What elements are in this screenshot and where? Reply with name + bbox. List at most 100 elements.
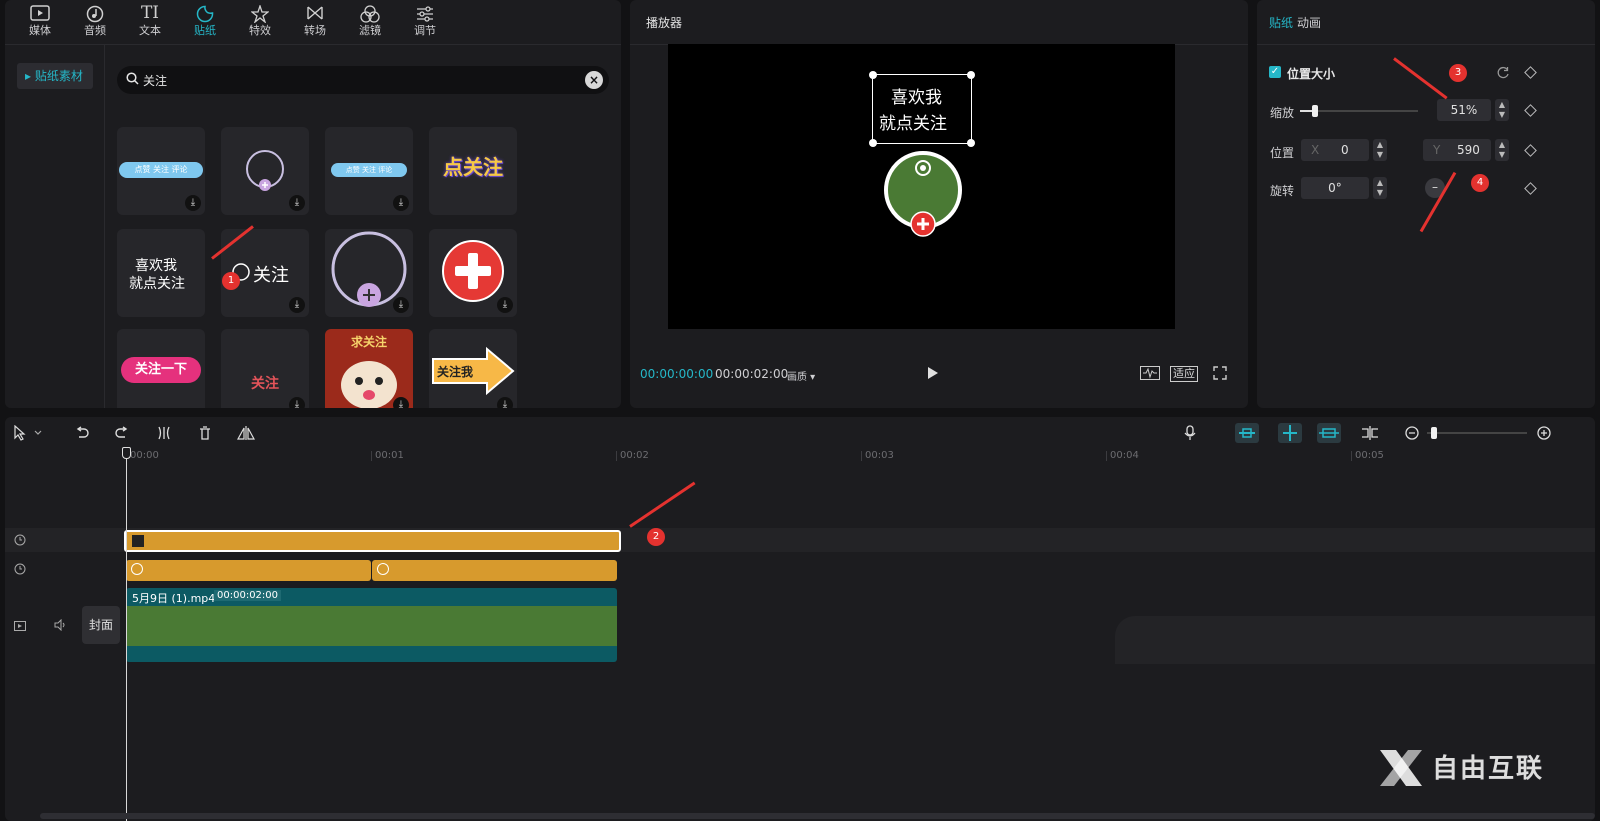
redo-icon[interactable] [115,426,129,443]
link-icon[interactable] [1278,423,1302,443]
clear-search-icon[interactable]: × [585,71,603,89]
playhead-handle[interactable] [122,447,131,459]
download-icon[interactable]: ⤓ [497,397,513,408]
zoom-slider[interactable] [1427,427,1527,439]
delete-icon[interactable] [198,426,212,443]
scale-slider-handle[interactable] [1312,105,1318,117]
download-icon[interactable]: ⤓ [497,297,513,313]
select-tool-icon[interactable] [13,424,43,444]
play-icon[interactable] [927,366,939,383]
download-icon[interactable]: ⤓ [289,297,305,313]
tab-animation[interactable]: 动画 [1297,14,1321,31]
sticker-clip-selected[interactable] [124,530,621,552]
keyframe-icon[interactable] [1524,66,1537,79]
zoom-out-icon[interactable] [1405,426,1419,443]
keyframe-icon[interactable] [1524,104,1537,117]
split-screen-icon[interactable] [1360,425,1380,444]
tab-text[interactable]: TI 文本 [121,0,179,44]
sticker-preview: 点赞 关注 评论 [331,163,407,177]
sticker-tile[interactable]: 点关注 [429,127,517,215]
download-icon[interactable]: ⤓ [185,195,201,211]
waveform-icon[interactable] [1140,366,1160,383]
quality-dropdown[interactable]: 画质 ▾ [787,368,815,383]
reset-icon[interactable] [1497,66,1510,82]
tab-sticker-props[interactable]: 贴纸 [1269,14,1293,31]
sticker-tile[interactable]: 点赞 关注 评论 ⤓ [325,127,413,215]
video-clip[interactable]: 5月9日 (1).mp4 00:00:02:00 [126,588,617,662]
position-y-input[interactable]: Y 590 [1423,139,1491,161]
fullscreen-icon[interactable] [1213,366,1227,383]
keyframe-icon[interactable] [1524,182,1537,195]
scale-input[interactable]: 51% [1437,99,1491,121]
timeline-ruler[interactable]: 00:00 00:01 00:02 00:03 00:04 00:05 [5,451,1595,471]
player-controls: 00:00:00:00 00:00:02:00 画质 ▾ 适应 [630,360,1248,388]
resize-handle[interactable] [967,71,975,79]
annotation-badge-2: 2 [647,528,665,546]
adjust-icon [396,0,454,22]
position-x-input[interactable]: X 0 [1301,139,1369,161]
tab-adjust[interactable]: 调节 [396,0,454,44]
mirror-icon[interactable] [236,425,256,444]
search-input[interactable]: 关注 × [117,66,609,94]
sticker-tile[interactable]: 关注我 ⤓ [429,329,517,408]
horizontal-scrollbar[interactable] [40,813,1595,819]
sticker-tile[interactable]: 求关注 ⤓ [325,329,413,408]
ruler-tick: 00:01 [371,451,404,461]
download-icon[interactable]: ⤓ [289,195,305,211]
download-icon[interactable]: ⤓ [393,297,409,313]
sidebar-item-sticker-library[interactable]: ▸ 贴纸素材 [17,63,93,89]
video-clip-duration: 00:00:02:00 [214,590,282,601]
media-panel: 媒体 音频 TI 文本 贴纸 特效 转场 滤镜 调节 ▸ 贴纸素材 关注 × 点… [5,0,621,408]
sticker-tile[interactable]: ⤓ [325,229,413,317]
resize-handle[interactable] [869,71,877,79]
follow-circle-sticker[interactable] [878,150,968,240]
microphone-icon[interactable] [1184,425,1196,444]
sticker-tile[interactable]: ⤓ [429,229,517,317]
tab-text-label: 文本 [139,24,161,37]
preview-canvas[interactable]: 喜欢我 就点关注 [668,44,1175,329]
tab-sticker[interactable]: 贴纸 [176,0,234,44]
clip-thumbnail-icon [132,535,144,547]
resize-handle[interactable] [967,139,975,147]
fit-button[interactable]: 适应 [1170,366,1198,382]
sticker-clip[interactable] [372,560,617,581]
playhead[interactable] [122,447,131,821]
download-icon[interactable]: ⤓ [289,397,305,408]
sticker-tile[interactable]: 关注一下 [117,329,205,408]
magnet-icon[interactable] [1235,423,1259,443]
tab-transition[interactable]: 转场 [286,0,344,44]
sticker-preview-text: 关注我 [437,365,474,379]
download-icon[interactable]: ⤓ [393,397,409,408]
keyframe-icon[interactable] [1524,144,1537,157]
split-icon[interactable] [157,426,171,443]
search-icon [126,72,139,88]
preview-axis-icon[interactable] [1317,423,1341,443]
undo-icon[interactable] [75,426,89,443]
rotate-input[interactable]: 0° [1301,177,1369,199]
scale-slider[interactable] [1300,105,1418,117]
sticker-tile[interactable]: ⤓ [221,127,309,215]
tab-audio[interactable]: 音频 [66,0,124,44]
scale-label: 缩放 [1270,106,1295,120]
download-icon[interactable]: ⤓ [393,195,409,211]
cover-button[interactable]: 封面 [82,606,120,644]
sticker-overlay[interactable]: 喜欢我 就点关注 [869,71,975,147]
rotate-stepper[interactable]: ▲ ▼ [1373,177,1387,199]
sticker-tile[interactable]: 关注 ⤓ [221,329,309,408]
audio-mute-icon[interactable] [54,618,66,634]
sticker-preview-line2: 就点关注 [129,276,185,292]
scale-stepper[interactable]: ▲ ▼ [1495,99,1509,121]
sticker-tile-selected[interactable]: 喜欢我 就点关注 [117,229,205,317]
zoom-in-icon[interactable] [1537,426,1551,443]
x-stepper[interactable]: ▲ ▼ [1373,139,1387,161]
tab-media[interactable]: 媒体 [11,0,69,44]
zoom-slider-handle[interactable] [1431,427,1437,439]
position-size-checkbox[interactable]: ✓ [1269,66,1281,78]
tab-audio-label: 音频 [84,24,106,37]
y-stepper[interactable]: ▲ ▼ [1495,139,1509,161]
sticker-clip[interactable] [126,560,371,581]
sticker-tile[interactable]: 点赞 关注 评论 ⤓ [117,127,205,215]
resize-handle[interactable] [869,139,877,147]
tab-filter[interactable]: 滤镜 [341,0,399,44]
tab-effects[interactable]: 特效 [231,0,289,44]
